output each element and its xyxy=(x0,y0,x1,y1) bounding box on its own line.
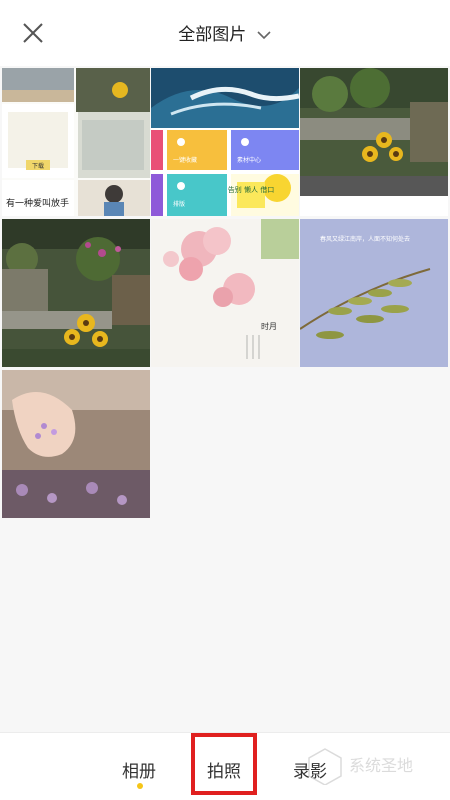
photo-thumbnail-garden-a[interactable] xyxy=(300,68,448,216)
tab-album[interactable]: 相册 xyxy=(122,757,156,782)
photo-thumbnail-hand[interactable] xyxy=(2,370,150,518)
cherry-blossom-image: 时月 xyxy=(151,219,299,367)
app-tile-label-2: 素材中心 xyxy=(237,156,261,164)
ocean-wave-image: 一键收藏 素材中心 排版 告别 懒人 借口 xyxy=(151,68,299,216)
garden-sunflower-image-2 xyxy=(2,219,150,367)
hand-petals-image xyxy=(2,370,150,518)
blossom-poem-title: 时月 xyxy=(261,321,277,331)
garden-sunflower-image xyxy=(300,68,448,216)
collage-image: 下载 有一种爱叫放手 xyxy=(2,68,150,216)
tab-photo[interactable]: 拍照 xyxy=(207,757,241,782)
app-tile-label-3: 排版 xyxy=(173,200,185,208)
photo-thumbnail-blossom[interactable]: 时月 xyxy=(151,219,299,367)
photo-thumbnail-collage[interactable]: 下载 有一种爱叫放手 xyxy=(2,68,150,216)
selected-tab-indicator xyxy=(137,783,143,789)
chevron-down-icon xyxy=(256,25,272,45)
collage-calligraphy-text: 有一种爱叫放手 xyxy=(6,197,69,209)
app-tile-label-1: 一键收藏 xyxy=(173,156,197,164)
album-selector[interactable]: 全部图片 xyxy=(0,20,450,45)
willow-poem-text: 春风又绿江南岸，人面不知何处去 xyxy=(320,235,410,243)
collage-download-text: 下载 xyxy=(32,162,44,170)
watermark: 系统圣地 xyxy=(305,745,445,786)
watermark-text: 系统圣地 xyxy=(349,756,413,775)
willow-branch-image: 春风又绿江南岸，人面不知何处去 xyxy=(300,219,448,367)
top-bar: 全部图片 xyxy=(0,0,450,66)
photo-thumbnail-willow[interactable]: 春风又绿江南岸，人面不知何处去 xyxy=(300,219,448,367)
photo-thumbnail-ocean[interactable]: 一键收藏 素材中心 排版 告别 懒人 借口 xyxy=(151,68,299,216)
page-title: 全部图片 xyxy=(178,25,247,45)
photo-thumbnail-garden-b[interactable] xyxy=(2,219,150,367)
sticker-text: 告别 懒人 借口 xyxy=(228,185,274,194)
